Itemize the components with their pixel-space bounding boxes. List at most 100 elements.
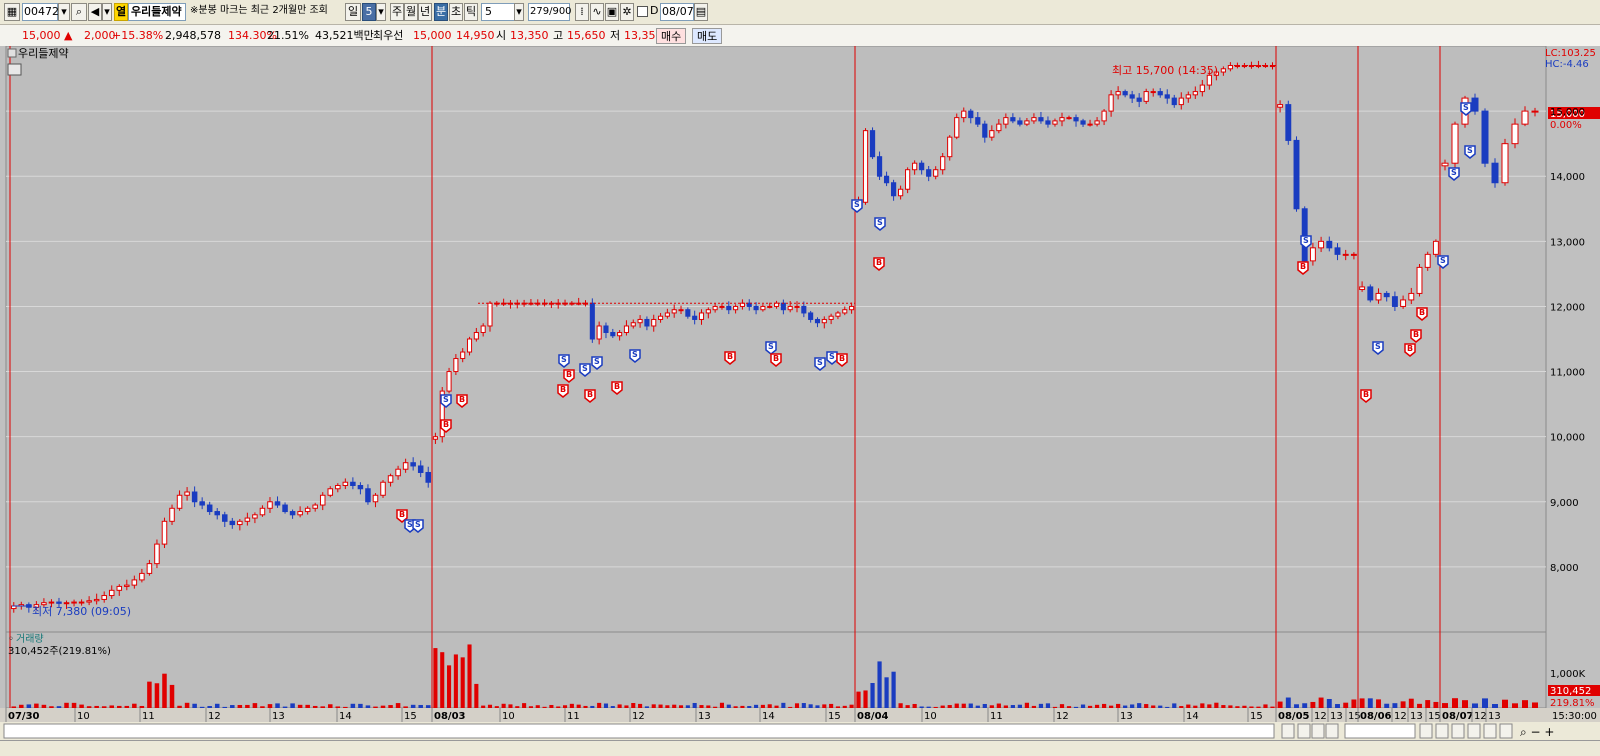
x-axis-label: 11 (142, 711, 155, 722)
code-dropdown-icon[interactable]: ▾ (58, 3, 70, 21)
volume-bar (1214, 702, 1219, 708)
indicator-icon[interactable]: ⁞ (575, 3, 589, 21)
chart-style-icon[interactable] (1435, 723, 1449, 739)
chart-options-icon[interactable] (1451, 723, 1465, 739)
volume-bar (154, 683, 160, 708)
speaker-icon[interactable]: ◀ (88, 3, 102, 21)
tab-minute[interactable]: 분 (434, 3, 448, 21)
tab-second[interactable]: 초 (449, 3, 463, 21)
trend-icon[interactable]: ∿ (590, 3, 604, 21)
day-count-dropdown-icon[interactable]: ▾ (376, 3, 386, 21)
volume-bar (1038, 703, 1044, 708)
svg-text:S: S (443, 395, 449, 404)
chart-export-icon[interactable] (1483, 723, 1497, 739)
volume-bar (665, 705, 670, 708)
settings-icon[interactable]: ✲ (620, 3, 634, 21)
stock-code-input[interactable]: 004720 (22, 3, 66, 21)
price-chart[interactable]: BS SSBBSBBSSBBS BSB SS BSBSSBBS BBBSSSS 우리들제약… (0, 46, 1600, 740)
search-icon[interactable]: ⌕ (71, 3, 87, 21)
buy-button[interactable]: 매수 (656, 28, 687, 44)
x-axis-label: 13 (1488, 711, 1501, 722)
x-axis-label: 13 (1410, 711, 1423, 722)
volume-bar (1003, 705, 1008, 708)
date-input[interactable]: 08/07 (660, 3, 694, 21)
rewind-icon[interactable] (1297, 723, 1311, 739)
interval-dropdown-icon[interactable]: ▾ (514, 3, 524, 21)
volume-bar (86, 706, 92, 708)
x-axis-label: 12 (1394, 711, 1407, 722)
speaker-dropdown-icon[interactable]: ▾ (102, 3, 112, 21)
sell-button[interactable]: 매도 (692, 28, 723, 44)
volume-bar (380, 705, 386, 708)
hc-label: HC:-4.46 (1545, 59, 1589, 70)
volume-bar (1294, 704, 1299, 708)
menu-icon[interactable]: ▦ (4, 3, 20, 21)
chart-menu-icon[interactable] (7, 63, 22, 76)
volume-bar (26, 704, 32, 708)
volume-bar (1384, 703, 1390, 708)
zoom-controls[interactable]: ⌕ − + (1520, 725, 1554, 739)
calendar-icon[interactable]: ▤ (694, 3, 708, 21)
tab-tick[interactable]: 틱 (464, 3, 478, 21)
interval-select[interactable]: 5 (481, 3, 515, 21)
volume-bar (1242, 705, 1247, 708)
volume-bar (49, 706, 54, 708)
chart-type-icon[interactable] (1419, 723, 1433, 739)
volume-bar (1318, 697, 1324, 708)
stop-icon[interactable] (1311, 723, 1325, 739)
volume-bar (562, 705, 568, 708)
volume-bar (954, 703, 959, 708)
volume-bar (822, 704, 827, 708)
volume-bar (1116, 703, 1121, 708)
svg-text:B: B (727, 352, 733, 361)
price-change-pct: +15.38% (112, 29, 164, 42)
volume-bar (522, 703, 527, 708)
volume-bar (64, 702, 69, 708)
count-input[interactable]: 279/900 (528, 3, 572, 21)
volume-bar (109, 705, 114, 708)
tab-year[interactable]: 년 (418, 3, 432, 21)
volume-bar (395, 703, 401, 708)
time-label: 15:30:00 (1552, 711, 1597, 722)
volume-bar (829, 703, 834, 708)
svg-text:B: B (614, 382, 620, 391)
volume-bar (808, 704, 813, 708)
volume-bar (1263, 704, 1268, 708)
x-axis-label: 14 (762, 711, 775, 722)
volume-bar (350, 703, 356, 708)
svg-text:S: S (1440, 256, 1446, 265)
volume-bar (905, 705, 910, 708)
chart-scrollbar[interactable] (3, 723, 1275, 739)
tab-day-count[interactable]: 5 (362, 3, 376, 21)
date-checkbox[interactable] (637, 3, 649, 21)
volume-bar (1144, 704, 1149, 708)
svg-text:B: B (1407, 344, 1413, 353)
volume-bar (365, 705, 371, 708)
svg-text:S: S (582, 364, 588, 373)
volume-bar (1066, 706, 1072, 708)
tab-week[interactable]: 주 (390, 3, 404, 21)
volume-bar (644, 706, 649, 708)
svg-text:S: S (854, 200, 860, 209)
tab-day[interactable]: 일 (345, 3, 361, 21)
save-icon[interactable]: ▣ (605, 3, 619, 21)
svg-text:B: B (1363, 390, 1369, 399)
volume-bar (1472, 703, 1478, 708)
volume-bar (940, 705, 945, 708)
volume-bar (788, 706, 793, 708)
scroll-right-icon[interactable] (1281, 723, 1295, 739)
tab-month[interactable]: 월 (404, 3, 418, 21)
fast-forward-icon[interactable] (1325, 723, 1339, 739)
notice-text: ※분봉 마크는 최근 2개월만 조회 (190, 5, 328, 16)
open-label: 시 (496, 29, 507, 42)
price-candle (862, 128, 869, 205)
volume-bar (1010, 705, 1015, 708)
zoom-slider[interactable] (1344, 723, 1416, 739)
chart-layout-icon[interactable] (1467, 723, 1481, 739)
chart-reset-icon[interactable] (1499, 723, 1513, 739)
market-badge: 열 (114, 3, 128, 21)
svg-text:S: S (1451, 168, 1457, 177)
y-tick-label: 11,000 (1550, 368, 1585, 379)
volume-bar (898, 703, 903, 708)
volume-bar (11, 706, 17, 708)
